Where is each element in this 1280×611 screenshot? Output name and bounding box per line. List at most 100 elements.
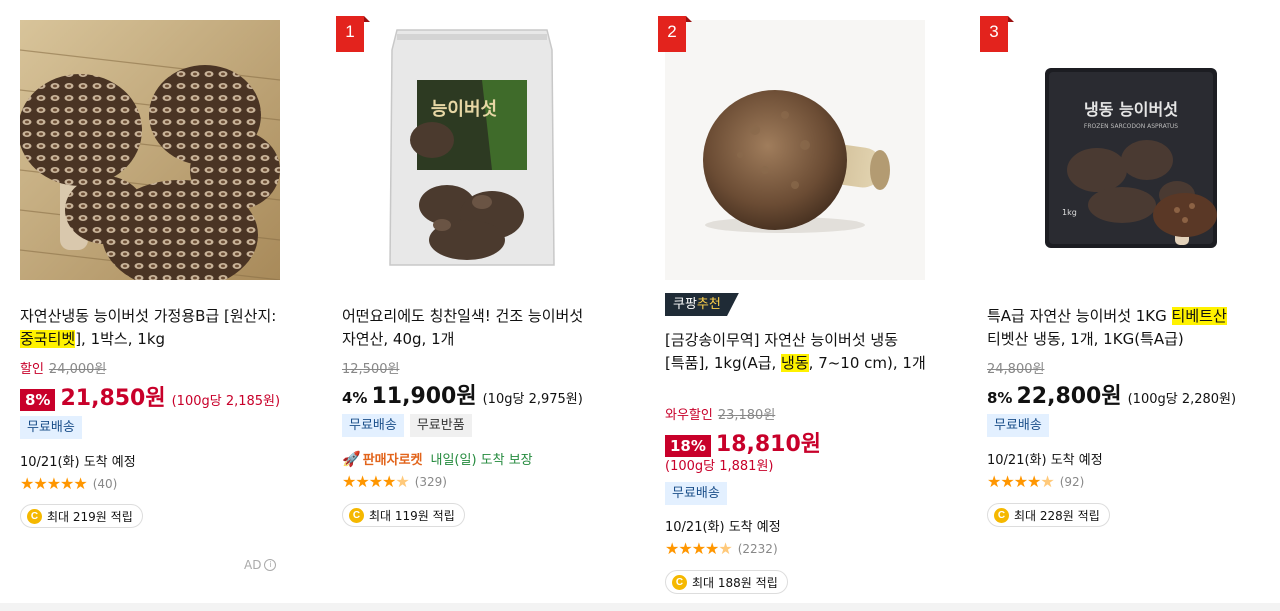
tag-row: 무료배송 — [665, 482, 733, 505]
star-rating-icon: ★★★★★ — [20, 474, 88, 493]
product-image[interactable] — [20, 20, 280, 280]
tag-row: 무료배송 무료반품 — [342, 414, 478, 437]
review-count: (329) — [414, 474, 447, 489]
package-sublabel: FROZEN SARCODON ASPRATUS — [1084, 123, 1178, 130]
sale-price: 21,850원 — [60, 386, 166, 411]
unit-price: (100g당 2,280원) — [1127, 392, 1237, 407]
arrival-eta: 10/21(화) 도착 예정 — [20, 455, 136, 470]
product-title[interactable]: 자연산냉동 능이버섯 가정용B급 [원산지: 중국티벳], 1박스, 1kg — [20, 305, 282, 351]
mushroom-package-photo: 능이버섯 — [342, 20, 602, 280]
rank-badge: 3 — [980, 16, 1014, 52]
title-highlight: 중국티벳 — [20, 330, 76, 348]
sale-price: 18,810원 — [715, 432, 822, 457]
rating: ★★★★★ (40) — [20, 474, 117, 493]
original-price-row: 12,500원 — [342, 358, 399, 377]
review-count: (92) — [1059, 474, 1085, 489]
original-price-row: 와우할인 23,180원 — [665, 404, 775, 423]
rocket-delivery: 🚀 판매자로켓 내일(일) 도착 보장 — [342, 449, 533, 469]
rank-badge: 2 — [658, 16, 692, 52]
reward-text: 최대 219원 적립 — [47, 509, 133, 524]
sale-price: 22,800원 — [1016, 384, 1122, 409]
rating: ★★★★★ (329) — [342, 472, 447, 491]
rank-number: 3 — [989, 22, 999, 41]
rank-number: 1 — [345, 22, 355, 41]
original-price: 24,000원 — [48, 362, 107, 377]
free-shipping-tag: 무료배송 — [20, 416, 82, 439]
free-shipping-tag: 무료배송 — [987, 414, 1049, 437]
ad-label[interactable]: AD i — [244, 558, 277, 572]
star-rating-icon: ★★★★★ — [342, 472, 410, 491]
product-grid: 자연산냉동 능이버섯 가정용B급 [원산지: 중국티벳], 1박스, 1kg 할인… — [0, 0, 1280, 603]
discount-label: 할인 — [20, 362, 44, 377]
info-icon: i — [264, 559, 277, 571]
title-text: ], 1박스, 1kg — [75, 330, 166, 348]
reward-text: 최대 228원 적립 — [1014, 508, 1100, 523]
product-image[interactable]: 냉동 능이버섯 FROZEN SARCODON ASPRATUS 1kg — [987, 20, 1247, 280]
title-text: 자연산냉동 능이버섯 가정용B급 [원산지: — [20, 307, 277, 325]
original-price: 23,180원 — [717, 408, 776, 423]
mushroom-photo-3 — [665, 20, 925, 280]
original-price-row: 할인 24,000원 — [20, 358, 106, 377]
reward-badge: C 최대 228원 적립 — [987, 503, 1110, 527]
ad-text: AD — [244, 558, 262, 572]
product-image[interactable] — [665, 20, 925, 280]
discount-label: 와우할인 — [665, 408, 713, 423]
unit-price-row: (100g당 1,881원) — [665, 455, 773, 474]
coin-icon: C — [672, 574, 687, 590]
title-text: 티벳산 냉동, 1개, 1KG(특A급) — [987, 330, 1184, 348]
reward-text: 최대 188원 적립 — [692, 575, 778, 590]
coin-icon: C — [994, 507, 1009, 523]
arrival-eta: 10/21(화) 도착 예정 — [665, 520, 781, 535]
seller-rocket-badge: 판매자로켓 — [362, 453, 423, 468]
free-shipping-tag: 무료배송 — [665, 482, 727, 505]
package-label: 능이버섯 — [431, 99, 497, 120]
product-card-2[interactable]: 1 능이버섯 어떤요리에도 칭찬일색! 건조 능이버섯 자연산, 40g, 1개… — [322, 0, 622, 603]
title-text: 특A급 자연산 능이버섯 1KG — [987, 307, 1172, 325]
unit-price: (10g당 2,975원) — [482, 392, 583, 407]
package-label: 냉동 능이버섯 — [1084, 100, 1178, 119]
badge-highlight: 추천 — [696, 297, 721, 312]
unit-price: (100g당 2,185원) — [171, 394, 281, 409]
original-price: 12,500원 — [342, 362, 400, 377]
review-count: (40) — [92, 476, 118, 491]
product-card-3[interactable]: 2 쿠팡추천 [금강송이무역] 자연산 능이버섯 냉동 [특품], 1kg(A급… — [645, 0, 945, 603]
delivery-promise: 내일(일) 도착 보장 — [430, 453, 533, 468]
tag-row: 무료배송 — [987, 414, 1055, 437]
rating: ★★★★★ (92) — [987, 472, 1084, 491]
original-price: 24,800원 — [987, 362, 1045, 377]
sale-price: 11,900원 — [371, 384, 477, 409]
reward-text: 최대 119원 적립 — [369, 508, 455, 523]
star-rating-icon: ★★★★★ — [665, 539, 733, 558]
free-shipping-tag: 무료배송 — [342, 414, 404, 437]
discount-percent: 18% — [665, 435, 711, 457]
product-title[interactable]: 어떤요리에도 칭찬일색! 건조 능이버섯 자연산, 40g, 1개 — [342, 305, 604, 351]
product-title[interactable]: [금강송이무역] 자연산 능이버섯 냉동 [특품], 1kg(A급, 냉동, 7… — [665, 329, 930, 375]
product-card-1[interactable]: 자연산냉동 능이버섯 가정용B급 [원산지: 중국티벳], 1박스, 1kg 할인… — [0, 0, 300, 603]
discount-percent: 4% — [342, 389, 368, 407]
review-count: (2232) — [737, 541, 778, 556]
coin-icon: C — [27, 508, 42, 524]
arrival-eta: 10/21(화) 도착 예정 — [987, 453, 1103, 468]
coupang-recommend-badge: 쿠팡추천 — [665, 293, 739, 316]
reward-badge: C 최대 119원 적립 — [342, 503, 465, 527]
reward-badge: C 최대 219원 적립 — [20, 504, 143, 528]
rating: ★★★★★ (2232) — [665, 539, 778, 558]
title-text: , 7~10 cm), 1개 — [808, 354, 926, 372]
mushroom-photo-1 — [20, 20, 280, 280]
price-row: 8% 22,800원 (100g당 2,280원) — [987, 378, 1236, 410]
star-rating-icon: ★★★★★ — [987, 472, 1055, 491]
tag-row: 무료배송 — [20, 416, 88, 439]
section-divider — [0, 603, 1280, 611]
badge-text: 쿠팡 — [673, 297, 697, 312]
product-card-4[interactable]: 3 냉동 능이버섯 FROZEN SARCODON ASPRATUS 1kg 특… — [967, 0, 1267, 603]
price-row: 18% 18,810원 — [665, 426, 821, 458]
discount-percent: 8% — [20, 389, 56, 411]
title-highlight: 티베트산 — [1171, 307, 1227, 325]
rocket-icon: 🚀 — [342, 449, 361, 468]
discount-percent: 8% — [987, 389, 1013, 407]
product-image[interactable]: 능이버섯 — [342, 20, 602, 280]
rank-number: 2 — [667, 22, 677, 41]
original-price-row: 24,800원 — [987, 358, 1044, 377]
coin-icon: C — [349, 507, 364, 523]
product-title[interactable]: 특A급 자연산 능이버섯 1KG 티베트산 티벳산 냉동, 1개, 1KG(특A… — [987, 305, 1249, 351]
